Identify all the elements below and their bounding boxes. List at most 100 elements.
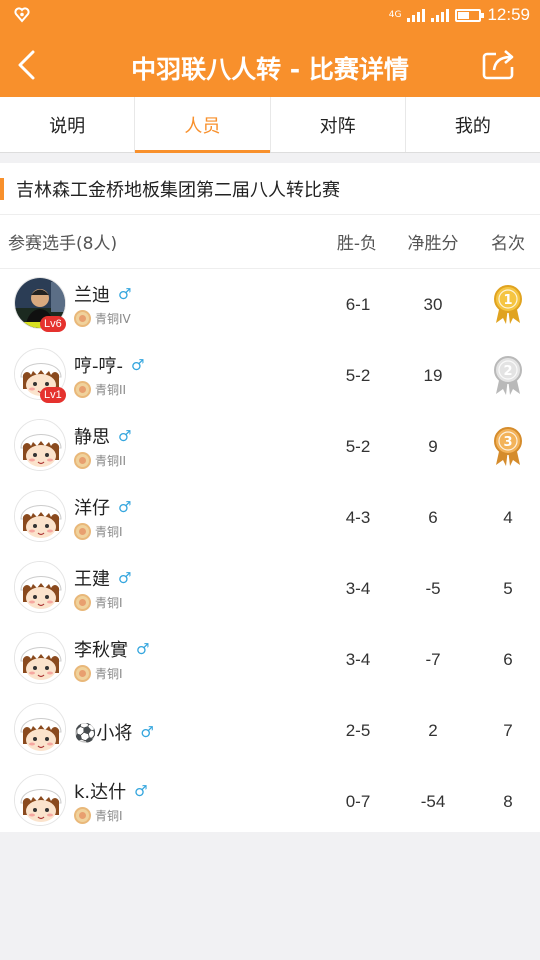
header-win-loss: 胜-负 <box>336 234 378 254</box>
wifi-signal-icon <box>431 8 450 22</box>
rank-tier: 青铜I <box>74 594 123 611</box>
net-points: 2 <box>428 720 438 740</box>
share-icon[interactable] <box>482 48 516 80</box>
player-name[interactable]: k.达什 <box>74 778 126 804</box>
male-icon: ♂ <box>118 285 132 303</box>
rank-tier: 青铜I <box>74 665 123 682</box>
app-header: 4G 12:59 中羽联八人转 - 比赛详情 <box>0 0 540 97</box>
network-type: 4G <box>388 10 402 20</box>
table-row[interactable]: 李秋實 ♂ 青铜I 3-4 -7 6 <box>0 624 540 695</box>
match-title: 吉林森工金桥地板集团第二届八人转比赛 <box>16 179 340 201</box>
net-points: 30 <box>423 294 443 314</box>
tier-label: 青铜I <box>95 596 123 610</box>
avatar[interactable] <box>14 419 66 471</box>
tier-label: 青铜IV <box>95 312 131 326</box>
tier-medal-icon <box>74 665 91 682</box>
tab-0[interactable]: 说明 <box>0 97 136 152</box>
avatar[interactable] <box>14 774 66 826</box>
rank: 6 <box>503 649 513 669</box>
tier-medal-icon <box>74 807 91 824</box>
table-row[interactable]: ⚽小将 ♂ 2-5 2 7 <box>0 695 540 766</box>
player-name[interactable]: 洋仔 <box>74 494 110 520</box>
tier-medal-icon <box>74 523 91 540</box>
male-icon: ♂ <box>131 356 145 374</box>
clock: 12:59 <box>487 5 530 24</box>
tier-label: 青铜I <box>95 809 123 823</box>
avatar[interactable] <box>14 490 66 542</box>
win-loss: 3-4 <box>345 649 371 669</box>
rank-tier: 青铜IV <box>74 310 131 327</box>
tier-label: 青铜II <box>95 454 127 468</box>
avatar[interactable] <box>14 703 66 755</box>
net-points: -7 <box>425 649 441 669</box>
level-badge: Lv1 <box>40 387 66 403</box>
win-loss: 2-5 <box>345 720 371 740</box>
table-row[interactable]: 静思 ♂ 青铜II 5-2 9 3 <box>0 411 540 482</box>
page-title: 中羽联八人转 - 比赛详情 <box>131 55 409 84</box>
svg-text:1: 1 <box>503 293 512 308</box>
rank: 8 <box>503 791 513 811</box>
rank-tier: 青铜I <box>74 523 123 540</box>
silver-medal-icon: 2 <box>473 340 540 411</box>
player-name[interactable]: 兰迪 <box>74 281 110 307</box>
player-name[interactable]: 李秋實 <box>74 636 128 662</box>
accent-bar <box>0 177 4 200</box>
player-card: 吉林森工金桥地板集团第二届八人转比赛 参赛选手(8人) 胜-负 净胜分 名次 L… <box>0 163 540 832</box>
player-name-line: 洋仔 ♂ <box>74 494 131 520</box>
avatar[interactable] <box>14 561 66 613</box>
rank-tier: 青铜I <box>74 807 123 824</box>
win-loss: 5-2 <box>345 436 371 456</box>
status-bar: 4G 12:59 <box>0 0 540 32</box>
player-name-line: 兰迪 ♂ <box>74 281 131 307</box>
male-icon: ♂ <box>136 640 150 658</box>
net-points: 6 <box>428 507 438 527</box>
navbar: 中羽联八人转 - 比赛详情 <box>0 32 540 97</box>
player-list: Lv6 兰迪 ♂ 青铜IV 6-1 30 1 Lv1 哼-哼- ♂ 青铜II 5-2 19 2 静思 ♂ 青铜I… <box>0 269 540 837</box>
gold-medal-icon: 1 <box>473 269 540 340</box>
tab-1[interactable]: 人员 <box>135 97 271 153</box>
player-name-line: k.达什 ♂ <box>74 778 148 804</box>
player-name[interactable]: 静思 <box>74 423 110 449</box>
table-header: 参赛选手(8人) 胜-负 净胜分 名次 <box>0 215 540 269</box>
tab-2[interactable]: 对阵 <box>271 97 406 152</box>
signal-icon <box>407 8 426 22</box>
net-points: 19 <box>423 365 443 385</box>
rank-tier: 青铜II <box>74 452 126 469</box>
bronze-medal-icon: 3 <box>473 411 540 482</box>
win-loss: 5-2 <box>345 365 371 385</box>
net-points: -54 <box>420 791 446 811</box>
match-title-bar: 吉林森工金桥地板集团第二届八人转比赛 <box>0 163 540 215</box>
tab-3[interactable]: 我的 <box>406 97 540 152</box>
table-row[interactable]: Lv1 哼-哼- ♂ 青铜II 5-2 19 2 <box>0 340 540 411</box>
table-row[interactable]: k.达什 ♂ 青铜I 0-7 -54 8 <box>0 766 540 837</box>
battery-icon <box>455 8 485 22</box>
avatar[interactable] <box>14 632 66 684</box>
win-loss: 4-3 <box>345 507 371 527</box>
table-row[interactable]: 洋仔 ♂ 青铜I 4-3 6 4 <box>0 482 540 553</box>
win-loss: 3-4 <box>345 578 371 598</box>
player-name-line: ⚽小将 ♂ <box>74 719 154 745</box>
male-icon: ♂ <box>118 498 132 516</box>
tier-medal-icon <box>74 310 91 327</box>
table-row[interactable]: Lv6 兰迪 ♂ 青铜IV 6-1 30 1 <box>0 269 540 340</box>
male-icon: ♂ <box>134 782 148 800</box>
player-name-line: 哼-哼- ♂ <box>74 352 144 378</box>
rank-tier: 青铜II <box>74 381 126 398</box>
player-name[interactable]: ⚽小将 <box>74 719 132 745</box>
tier-medal-icon <box>74 452 91 469</box>
rank: 5 <box>503 578 513 598</box>
net-points: 9 <box>428 436 438 456</box>
male-icon: ♂ <box>140 723 154 741</box>
male-icon: ♂ <box>118 427 132 445</box>
win-loss: 6-1 <box>345 294 371 314</box>
tab-bar: 说明 人员 对阵 我的 <box>0 97 540 153</box>
win-loss: 0-7 <box>345 791 371 811</box>
header-net-points: 净胜分 <box>407 234 459 254</box>
player-name-line: 王建 ♂ <box>74 565 131 591</box>
player-name[interactable]: 王建 <box>74 565 110 591</box>
tier-label: 青铜I <box>95 667 123 681</box>
player-name[interactable]: 哼-哼- <box>74 352 123 378</box>
player-name-line: 静思 ♂ <box>74 423 131 449</box>
rank: 7 <box>503 720 513 740</box>
table-row[interactable]: 王建 ♂ 青铜I 3-4 -5 5 <box>0 553 540 624</box>
